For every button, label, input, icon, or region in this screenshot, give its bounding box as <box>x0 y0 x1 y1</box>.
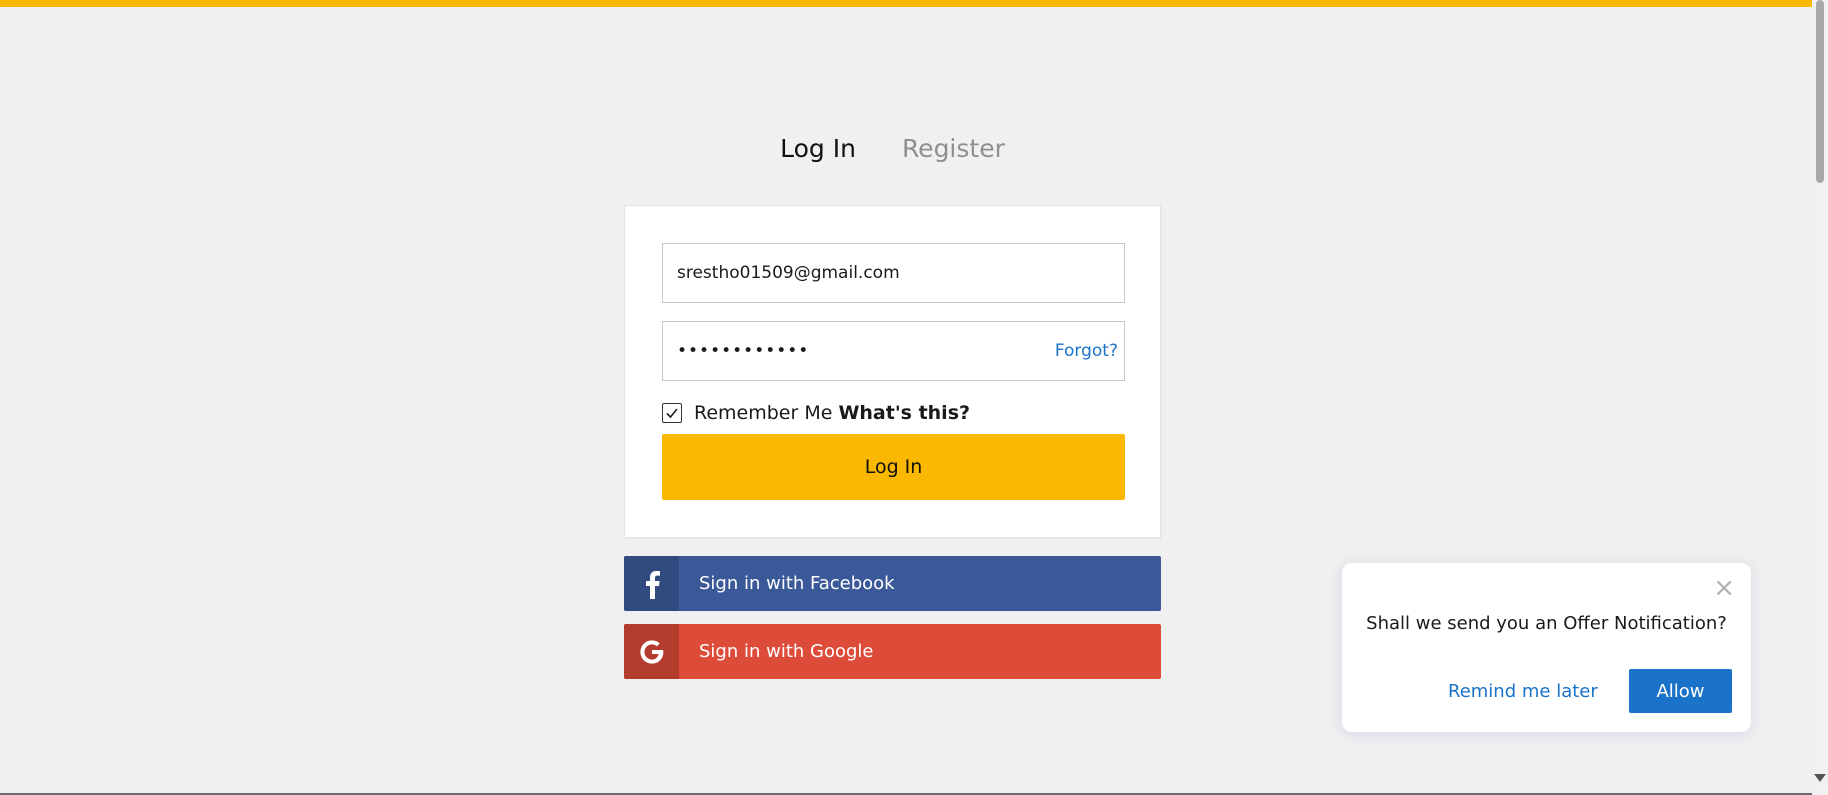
google-icon <box>624 624 679 679</box>
email-value: srestho01509@gmail.com <box>677 263 900 283</box>
allow-button[interactable]: Allow <box>1629 669 1732 713</box>
password-field[interactable]: •••••••••••• Forgot? <box>662 321 1125 381</box>
scrollbar-thumb[interactable] <box>1816 0 1824 183</box>
facebook-signin-button[interactable]: Sign in with Facebook <box>624 556 1161 611</box>
tab-register[interactable]: Register <box>902 132 1005 166</box>
whats-this-link[interactable]: What's this? <box>838 402 970 424</box>
google-signin-label: Sign in with Google <box>699 641 874 662</box>
email-field[interactable]: srestho01509@gmail.com <box>662 243 1125 303</box>
top-accent-bar <box>0 0 1828 7</box>
remind-later-button[interactable]: Remind me later <box>1448 669 1598 713</box>
auth-tabs: Log In Register <box>624 132 1161 166</box>
close-icon[interactable]: × <box>1713 575 1735 601</box>
login-button[interactable]: Log In <box>662 434 1125 500</box>
password-value: •••••••••••• <box>677 341 810 361</box>
notification-message: Shall we send you an Offer Notification? <box>1366 613 1727 634</box>
google-signin-button[interactable]: Sign in with Google <box>624 624 1161 679</box>
remember-me-label: Remember Me <box>694 402 833 424</box>
facebook-signin-label: Sign in with Facebook <box>699 573 895 594</box>
offer-notification-popup: × Shall we send you an Offer Notificatio… <box>1342 563 1751 732</box>
login-card: srestho01509@gmail.com •••••••••••• Forg… <box>624 205 1161 538</box>
forgot-password-link[interactable]: Forgot? <box>1055 341 1118 361</box>
remember-me-checkbox[interactable] <box>662 403 682 423</box>
tab-login[interactable]: Log In <box>780 132 856 166</box>
remember-me-row: Remember Me What's this? <box>662 399 970 427</box>
page-scrollbar[interactable] <box>1812 0 1828 795</box>
checkmark-icon <box>666 408 678 419</box>
facebook-icon <box>624 556 679 611</box>
scroll-down-arrow-icon[interactable] <box>1814 774 1826 782</box>
